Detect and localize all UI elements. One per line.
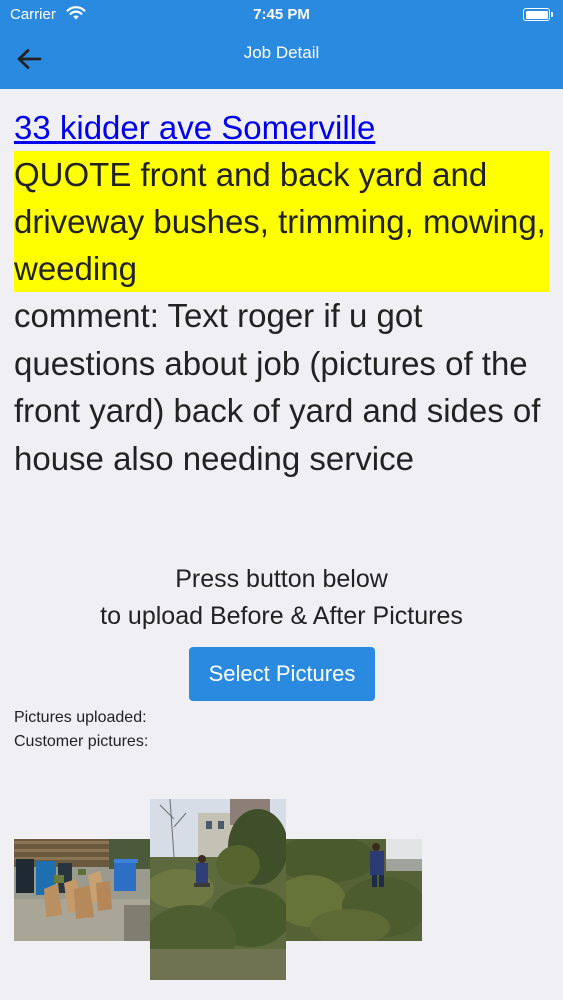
status-time: 7:45 PM	[253, 6, 310, 23]
status-bar: Carrier 7:45 PM	[0, 0, 563, 30]
comment-text: comment: Text roger if u got questions a…	[14, 297, 541, 477]
battery-tip	[551, 12, 553, 17]
customer-photo-1[interactable]	[14, 839, 150, 941]
header: Carrier 7:45 PM Job Detail	[0, 0, 563, 89]
job-content: 33 kidder ave Somerville QUOTE front and…	[14, 104, 549, 482]
pictures-uploaded-label: Pictures uploaded:	[14, 709, 147, 726]
upload-instructions: Press button below to upload Before & Af…	[0, 561, 563, 635]
select-pictures-button[interactable]: Select Pictures	[189, 647, 375, 701]
page-title: Job Detail	[243, 43, 320, 62]
quote-text: QUOTE front and back yard and driveway b…	[14, 151, 549, 292]
address-link[interactable]: 33 kidder ave Somerville	[14, 104, 375, 151]
upload-instruction-line1: Press button below	[175, 565, 388, 593]
upload-instruction-line2: to upload Before & After Pictures	[100, 602, 463, 630]
customer-photo-2[interactable]	[150, 799, 286, 980]
battery-icon	[523, 8, 550, 21]
nav-bar: Job Detail	[0, 30, 563, 89]
customer-photo-3[interactable]	[286, 839, 422, 941]
customer-pictures-label: Customer pictures:	[14, 733, 149, 750]
